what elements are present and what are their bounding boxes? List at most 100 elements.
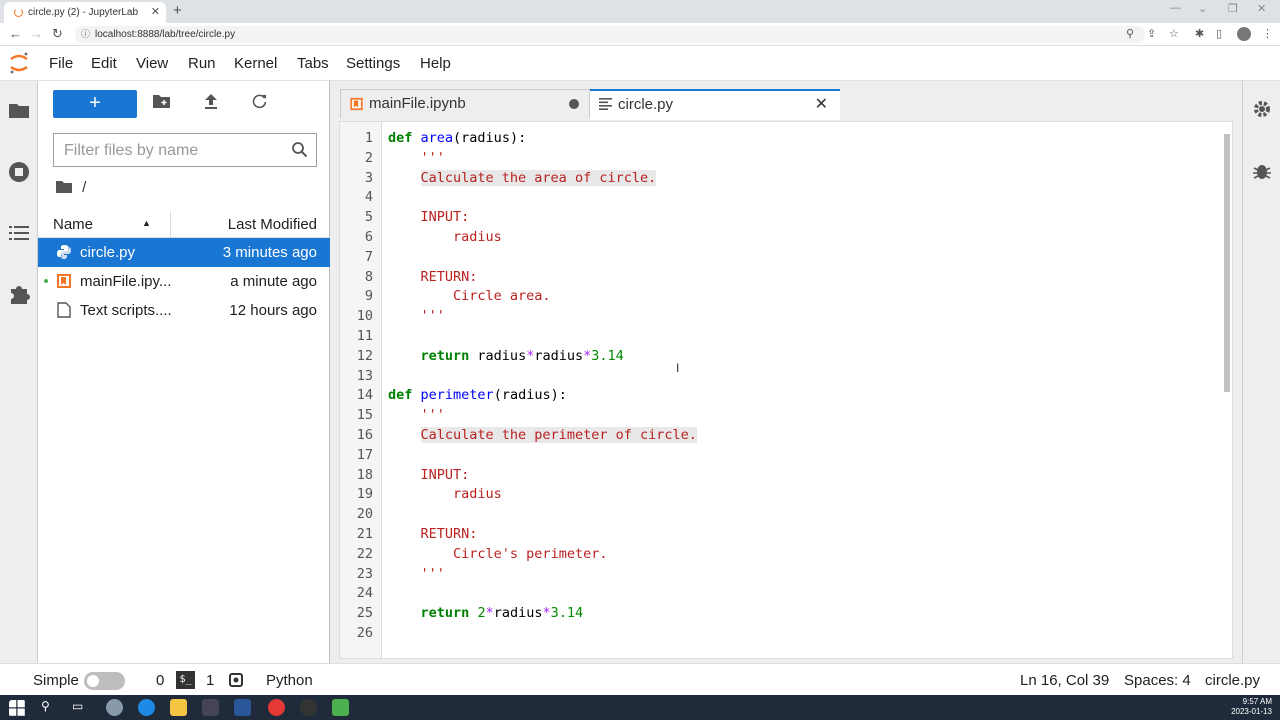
column-last-modified[interactable]: Last Modified [228, 216, 317, 233]
new-folder-icon[interactable] [153, 94, 170, 108]
notepad-icon[interactable] [332, 699, 349, 716]
close-window-icon[interactable]: ✕ [1257, 2, 1266, 15]
file-browser: + Filter files by name / Name ▲ Last Mod… [38, 81, 330, 663]
line-number: 8 [364, 268, 373, 285]
tab-mainfile-ipynb[interactable]: mainFile.ipynb [340, 89, 590, 118]
cursor-position[interactable]: Ln 16, Col 39 [1020, 672, 1109, 689]
file-row-text-scripts[interactable]: Text scripts.... 12 hours ago [38, 296, 330, 325]
task-view-icon[interactable]: ▭ [72, 699, 89, 716]
sidepanel-icon[interactable]: ▯ [1216, 27, 1222, 40]
browser-tab[interactable]: circle.py (2) - JupyterLab ✕ [4, 2, 166, 23]
code-line: return 2*radius*3.14 [420, 605, 584, 622]
line-number: 26 [356, 625, 373, 641]
simple-mode-label: Simple [33, 672, 79, 689]
close-icon[interactable]: ✕ [815, 94, 828, 114]
text-cursor-icon: I [676, 361, 680, 375]
url-field[interactable]: ⓘ localhost:8888/lab/tree/circle.py [75, 26, 1145, 43]
file-row-mainfile-ipynb[interactable]: mainFile.ipy... a minute ago [38, 267, 330, 296]
code-line: INPUT: [420, 466, 470, 483]
line-number: 23 [356, 565, 373, 582]
refresh-icon[interactable] [252, 94, 267, 109]
vertical-scrollbar[interactable] [1222, 130, 1232, 658]
filter-files-input[interactable]: Filter files by name [53, 133, 317, 167]
bookmark-star-icon[interactable]: ☆ [1169, 27, 1179, 40]
windows-start-icon[interactable] [9, 700, 26, 717]
breadcrumb[interactable]: / [56, 179, 86, 196]
text-file-icon [57, 302, 71, 318]
unsaved-dot-icon[interactable] [569, 99, 579, 109]
sort-ascending-icon[interactable]: ▲ [142, 218, 151, 228]
code-editor[interactable]: 1 2 3 4 5 6 7 8 9 10 11 12 13 14 15 16 17 18 19 20 21 22 23 24 2… [339, 121, 1233, 659]
menu-edit[interactable]: Edit [91, 55, 117, 72]
code-line: ''' [420, 308, 445, 325]
close-tab-icon[interactable]: ✕ [151, 5, 160, 18]
menu-settings[interactable]: Settings [346, 55, 400, 72]
clock-time: 9:57 AM [1242, 697, 1272, 706]
code-line: def perimeter(radius): [388, 387, 567, 404]
terminal-count[interactable]: 0 [156, 672, 164, 689]
column-name[interactable]: Name [53, 216, 93, 233]
scrollbar-thumb[interactable] [1224, 134, 1230, 392]
kebab-menu-icon[interactable]: ⋮ [1262, 27, 1273, 40]
line-number: 14 [356, 387, 373, 404]
debugger-bug-icon[interactable] [1252, 161, 1272, 181]
terminal-icon[interactable]: $_ [176, 671, 195, 689]
restore-icon[interactable]: ❐ [1228, 2, 1238, 15]
taskbar-clock[interactable]: 9:57 AM 2023-01-13 [1231, 697, 1272, 717]
word-icon[interactable] [234, 699, 251, 716]
menu-run[interactable]: Run [188, 55, 216, 72]
folder-icon[interactable] [8, 99, 30, 121]
file-modified: 3 minutes ago [222, 244, 317, 261]
obs-icon[interactable] [300, 699, 317, 716]
forward-icon[interactable]: → [30, 26, 43, 41]
menu-file[interactable]: File [49, 55, 73, 72]
breadcrumb-root[interactable]: / [82, 179, 86, 196]
search-icon[interactable]: ⚲ [41, 699, 58, 716]
minimize-icon[interactable]: — [1170, 2, 1181, 14]
line-number: 16 [356, 427, 373, 443]
kernel-count[interactable]: 1 [206, 672, 214, 689]
line-number: 10 [356, 308, 373, 325]
new-tab-button[interactable]: + [173, 2, 182, 19]
chevron-down-icon[interactable]: ⌄ [1198, 2, 1207, 15]
kernel-language[interactable]: Python [266, 672, 313, 689]
new-launcher-button[interactable]: + [53, 90, 137, 118]
property-inspector-gear-icon[interactable] [1252, 99, 1272, 119]
extensions-icon[interactable]: ✱ [1195, 27, 1204, 40]
share-icon[interactable]: ⇪ [1147, 27, 1156, 40]
indentation-spaces[interactable]: Spaces: 4 [1124, 672, 1191, 689]
zoom-icon[interactable]: ⚲ [1126, 27, 1134, 40]
table-of-contents-icon[interactable] [8, 222, 30, 244]
reload-icon[interactable]: ↻ [52, 26, 63, 42]
terminal-app-icon[interactable] [202, 699, 219, 716]
chrome-icon[interactable] [268, 699, 285, 716]
line-number: 25 [356, 605, 373, 622]
menu-kernel[interactable]: Kernel [234, 55, 277, 72]
folder-icon[interactable] [56, 180, 72, 193]
notebook-file-icon [57, 274, 71, 288]
profile-avatar[interactable] [1237, 27, 1251, 41]
code-line: return radius*radius*3.14 [420, 347, 624, 364]
back-icon[interactable]: ← [9, 26, 22, 41]
file-row-circle-py[interactable]: circle.py 3 minutes ago [38, 238, 330, 267]
code-line: Circle area. [453, 288, 551, 305]
line-number: 7 [364, 248, 373, 265]
edge-icon[interactable] [138, 699, 155, 716]
browser-tabstrip: circle.py (2) - JupyterLab ✕ + — ⌄ ❐ ✕ [0, 0, 1280, 23]
kernel-gear-icon[interactable] [228, 672, 244, 688]
file-explorer-icon[interactable] [170, 699, 187, 716]
extension-manager-icon[interactable] [8, 283, 30, 305]
teams-icon[interactable] [106, 699, 123, 716]
tab-circle-py[interactable]: circle.py ✕ [590, 89, 840, 120]
upload-icon[interactable] [204, 94, 218, 109]
line-number: 2 [364, 149, 373, 166]
menu-tabs[interactable]: Tabs [297, 55, 329, 72]
running-sessions-icon[interactable] [8, 161, 30, 183]
line-number: 12 [356, 347, 373, 364]
menu-help[interactable]: Help [420, 55, 451, 72]
line-number: 11 [356, 328, 373, 344]
simple-mode-toggle[interactable] [84, 672, 125, 690]
editor-area: mainFile.ipynb circle.py ✕ 1 2 3 4 5 6 7 8 9 10 11… [330, 81, 1242, 663]
info-icon[interactable]: ⓘ [81, 26, 90, 43]
menu-view[interactable]: View [136, 55, 168, 72]
